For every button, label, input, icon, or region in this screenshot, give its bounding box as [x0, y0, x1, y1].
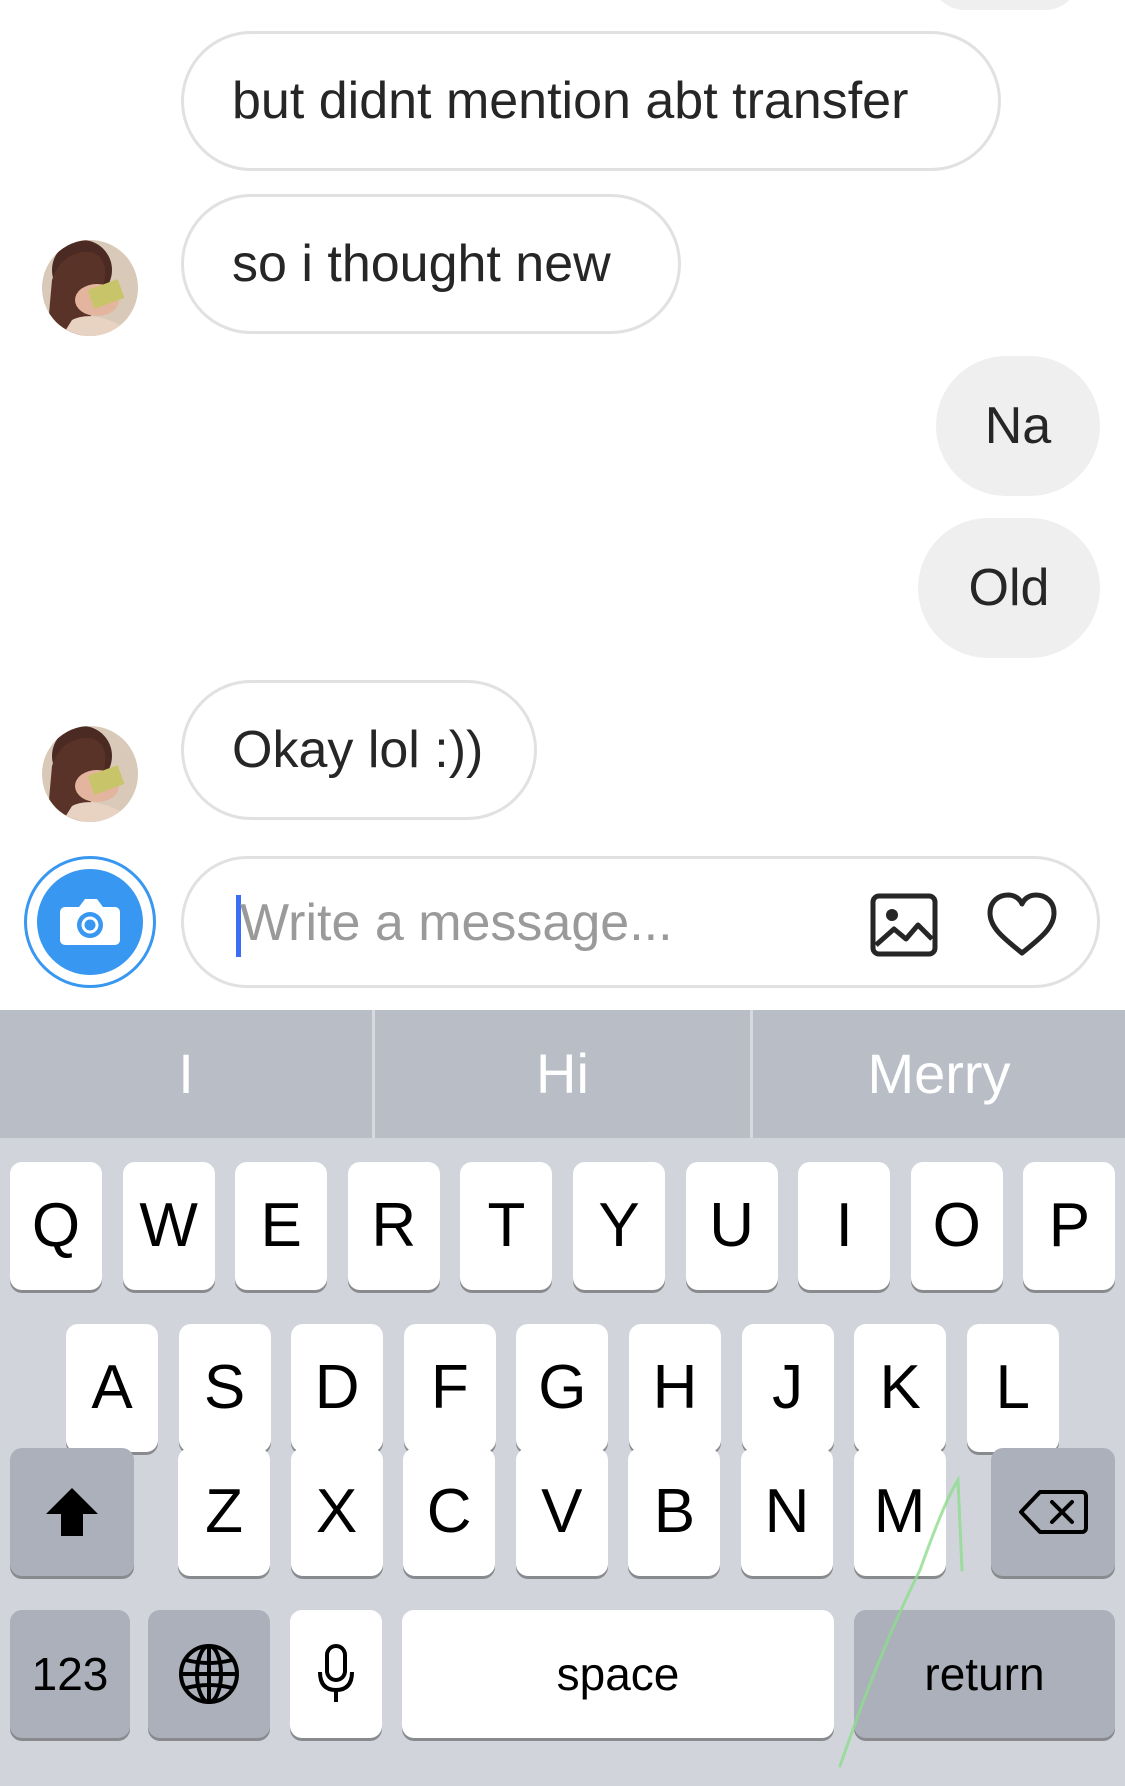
message-text: Okay lol :))	[232, 721, 484, 779]
key-o[interactable]: O	[910, 1162, 1003, 1290]
key-g[interactable]: G	[516, 1324, 609, 1452]
key-j[interactable]: J	[741, 1324, 834, 1452]
numbers-key[interactable]: 123	[10, 1610, 130, 1738]
message-bubble-incoming[interactable]: but didnt mention abt transfer	[181, 31, 1001, 171]
key-r[interactable]: R	[347, 1162, 440, 1290]
like-button[interactable]	[984, 887, 1060, 963]
message-bubble-outgoing[interactable]: Old	[918, 518, 1100, 658]
microphone-icon	[318, 1644, 354, 1702]
previous-message-bubble	[930, 0, 1080, 10]
key-x[interactable]: X	[290, 1448, 383, 1576]
suggestion[interactable]: I	[0, 1010, 372, 1138]
predictive-bar: I Hi Merry	[0, 1010, 1125, 1138]
message-input[interactable]	[240, 881, 800, 965]
message-text: Old	[968, 559, 1050, 617]
globe-icon	[179, 1644, 239, 1704]
avatar[interactable]	[42, 726, 138, 822]
key-p[interactable]: P	[1023, 1162, 1116, 1290]
message-bubble-incoming[interactable]: so i thought new	[181, 194, 681, 334]
camera-button[interactable]	[24, 856, 156, 988]
message-composer	[181, 856, 1100, 988]
message-text: so i thought new	[232, 235, 611, 293]
heart-icon	[987, 892, 1057, 956]
key-s[interactable]: S	[178, 1324, 271, 1452]
key-v[interactable]: V	[515, 1448, 608, 1576]
backspace-key[interactable]	[991, 1448, 1115, 1576]
key-b[interactable]: B	[628, 1448, 721, 1576]
key-i[interactable]: I	[798, 1162, 891, 1290]
shift-key[interactable]	[10, 1448, 134, 1576]
message-bubble-incoming[interactable]: Okay lol :))	[181, 680, 537, 820]
suggestion[interactable]: Hi	[375, 1010, 750, 1138]
key-z[interactable]: Z	[178, 1448, 270, 1576]
key-t[interactable]: T	[460, 1162, 553, 1290]
key-h[interactable]: H	[629, 1324, 721, 1452]
key-y[interactable]: Y	[573, 1162, 665, 1290]
key-l[interactable]: L	[966, 1324, 1059, 1452]
shift-icon	[46, 1488, 98, 1536]
avatar[interactable]	[42, 240, 138, 336]
key-k[interactable]: K	[854, 1324, 947, 1452]
key-m[interactable]: M	[853, 1448, 946, 1576]
chat-thread: but didnt mention abt transfer so i thou…	[0, 0, 1125, 1010]
message-bubble-outgoing[interactable]: Na	[936, 356, 1100, 496]
key-a[interactable]: A	[66, 1324, 158, 1452]
key-q[interactable]: Q	[10, 1162, 102, 1290]
key-u[interactable]: U	[685, 1162, 778, 1290]
message-text: Na	[984, 397, 1052, 455]
key-f[interactable]: F	[403, 1324, 496, 1452]
dictation-key[interactable]	[290, 1610, 382, 1738]
gallery-button[interactable]	[866, 887, 942, 963]
keyboard: I Hi Merry QWERTYUIOP ASDFGHJKL ZXCVBNM …	[0, 1010, 1125, 1786]
suggestion[interactable]: Merry	[753, 1010, 1125, 1138]
return-key[interactable]: return	[854, 1610, 1115, 1738]
key-c[interactable]: C	[403, 1448, 496, 1576]
globe-key[interactable]	[148, 1610, 270, 1738]
message-text: but didnt mention abt transfer	[232, 72, 909, 130]
key-w[interactable]: W	[122, 1162, 215, 1290]
camera-icon	[60, 899, 120, 945]
key-e[interactable]: E	[235, 1162, 328, 1290]
backspace-icon	[1019, 1490, 1088, 1534]
key-d[interactable]: D	[291, 1324, 384, 1452]
key-n[interactable]: N	[741, 1448, 833, 1576]
gallery-icon	[870, 893, 938, 957]
space-key[interactable]: space	[402, 1610, 834, 1738]
